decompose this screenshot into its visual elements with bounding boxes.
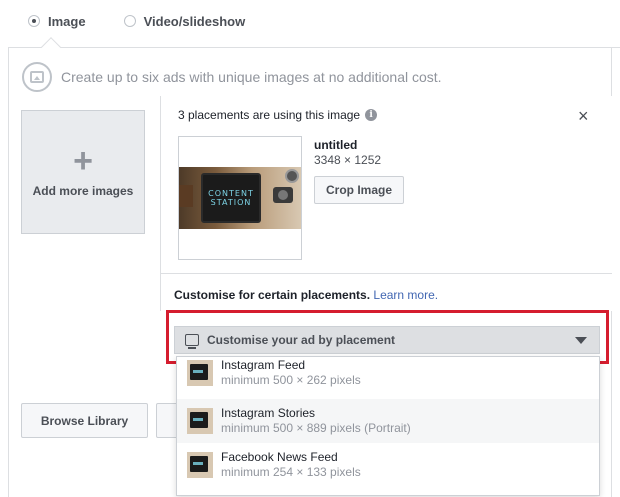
close-icon[interactable]: × (578, 107, 589, 125)
plus-icon: + (73, 142, 93, 180)
crop-image-button[interactable]: Crop Image (314, 176, 405, 204)
image-name: untitled (314, 138, 358, 152)
card-divider (160, 273, 612, 274)
placements-header: 3 placements are using this image i (178, 108, 378, 122)
learn-more-link[interactable]: Learn more. (373, 288, 438, 302)
menu-item-sub: minimum 500 × 262 pixels (221, 373, 361, 387)
placement-thumbnail (187, 360, 213, 386)
thumb-text-line2: STATION (210, 198, 252, 207)
add-more-images-label: Add more images (32, 184, 134, 198)
video-slideshow-radio[interactable] (123, 15, 136, 27)
placement-thumbnail (187, 408, 213, 434)
menu-item-facebook-news-feed[interactable]: Facebook News Feed minimum 254 × 133 pix… (177, 443, 599, 487)
menu-item-title: Instagram Stories (221, 406, 316, 420)
menu-item-instagram-feed[interactable]: Instagram Feed minimum 500 × 262 pixels (177, 357, 599, 395)
menu-item-sub: minimum 254 × 133 pixels (221, 465, 361, 479)
customise-text: Customise for certain placements. (174, 288, 371, 302)
thumb-text-line1: CONTENT (208, 189, 254, 198)
placements-text: 3 placements are using this image (178, 108, 361, 122)
add-more-images-button[interactable]: + Add more images (21, 110, 145, 234)
info-text: Create up to six ads with unique images … (61, 69, 442, 85)
customise-placement-dropdown[interactable]: Customise your ad by placement (174, 326, 600, 354)
top-divider (8, 47, 620, 48)
dropdown-label: Customise your ad by placement (207, 333, 396, 347)
chevron-down-icon (575, 336, 587, 344)
menu-item-title: Instagram Feed (221, 358, 306, 372)
media-type-selector: Image Video/slideshow (28, 10, 245, 32)
tablet-graphic: CONTENT STATION (201, 173, 261, 223)
image-icon (22, 62, 52, 92)
info-icon[interactable]: i (365, 109, 378, 121)
image-radio-label[interactable]: Image (48, 14, 86, 29)
placement-thumbnail (187, 452, 213, 478)
lens-graphic (285, 169, 299, 183)
customise-line: Customise for certain placements. Learn … (174, 288, 438, 302)
menu-item-title: Facebook News Feed (221, 450, 338, 464)
camera-graphic (273, 187, 293, 203)
image-thumbnail[interactable]: CONTENT STATION (178, 136, 302, 260)
info-row: Create up to six ads with unique images … (22, 62, 442, 92)
placement-menu: Instagram Feed minimum 500 × 262 pixels … (176, 356, 600, 496)
video-slideshow-radio-label[interactable]: Video/slideshow (144, 14, 246, 29)
menu-item-instagram-stories[interactable]: Instagram Stories minimum 500 × 889 pixe… (177, 399, 599, 443)
selection-pointer (41, 37, 61, 57)
menu-item-sub: minimum 500 × 889 pixels (Portrait) (221, 421, 411, 435)
monitor-icon (185, 334, 199, 349)
image-dimensions: 3348 × 1252 (314, 153, 382, 167)
thumbnail-photo: CONTENT STATION (179, 167, 301, 229)
browse-library-button[interactable]: Browse Library (21, 403, 148, 438)
panel-left-border (8, 47, 9, 497)
image-radio[interactable] (28, 15, 40, 27)
coffee-cup-graphic (179, 185, 193, 207)
